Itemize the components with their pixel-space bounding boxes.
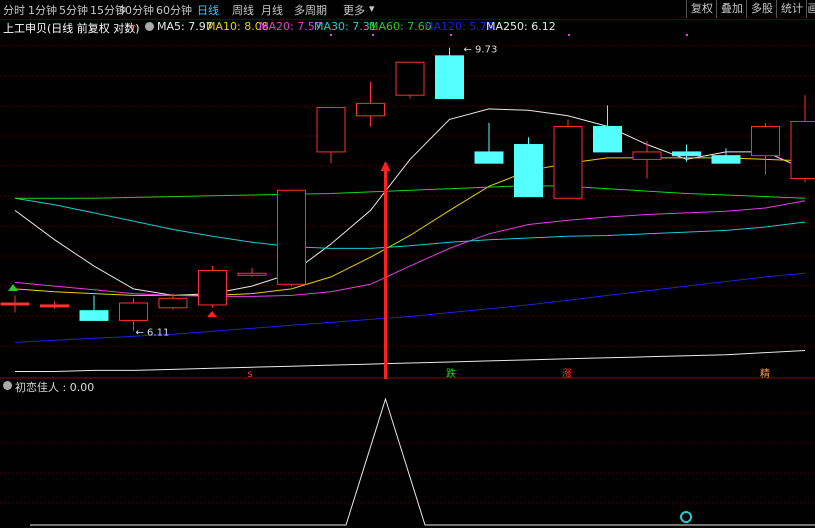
period-tab[interactable]: 更多: [343, 2, 365, 18]
period-tab[interactable]: 分时: [3, 2, 25, 18]
period-tab[interactable]: 1分钟: [28, 2, 57, 18]
candle-body-down: [711, 155, 741, 164]
candle-body-down: [672, 151, 701, 157]
candle-body-down: [40, 304, 69, 308]
ma-legend-item: MA5: 7.97: [157, 20, 213, 33]
ma-legend-item: MA20: 7.57: [259, 20, 322, 33]
period-tab[interactable]: 30分钟: [118, 2, 154, 18]
signal-dot: [372, 34, 374, 36]
toolbar-button[interactable]: 统计: [776, 0, 807, 18]
candle-body-up: [553, 125, 583, 199]
candlestick-chart: ← 9.73 ← 6.11 s 跌 涨 精: [0, 34, 815, 379]
candle-body-down: [474, 151, 504, 164]
candle-body-up: [790, 120, 815, 180]
period-tab[interactable]: 日线: [197, 2, 219, 18]
candle-body-up: [158, 297, 188, 309]
toolbar-button[interactable]: 复权: [686, 0, 717, 18]
green-arrow-icon: [8, 284, 18, 291]
ma-legend-item: MA120: 5.78: [424, 20, 494, 33]
ma-legend: 上工申贝(日线 前复权 对数) 🡑 MA5: 7.97 MA10: 8.08 MA2…: [0, 19, 815, 35]
toolbar-button[interactable]: 多股: [746, 0, 777, 18]
settings-circle-icon[interactable]: [145, 22, 154, 31]
candle-body-up: [277, 189, 306, 285]
indicator-chart: [0, 397, 815, 526]
candle-body-down: [0, 302, 30, 306]
toolbar-button[interactable]: 画: [806, 0, 815, 18]
marker-jing: 精: [760, 367, 770, 379]
candle-body-up: [751, 125, 780, 157]
period-tab[interactable]: 月线: [261, 2, 283, 18]
period-tab[interactable]: 60分钟: [156, 2, 192, 18]
period-tab[interactable]: 多周期: [294, 2, 327, 18]
low-price-label: ← 6.11: [136, 327, 170, 338]
candle-body-down: [435, 55, 464, 100]
candle-body-down: [514, 144, 543, 198]
ma-line-ma5: [14, 108, 806, 296]
candle-body-up: [395, 61, 425, 96]
red-arrow-icon: [207, 311, 217, 317]
candle-body-down: [79, 310, 109, 321]
ma-line-ma10: [14, 157, 806, 296]
toolbar-button[interactable]: 叠加: [716, 0, 747, 18]
ma-line-ma30: [14, 197, 806, 249]
marker-die: 跌: [446, 367, 456, 379]
ma-line-ma60: [15, 184, 806, 199]
candle-body-up: [632, 151, 662, 160]
indicator-settings-icon[interactable]: [3, 381, 12, 390]
more-dropdown-icon[interactable]: ▾: [369, 2, 375, 15]
marker-zhang: 涨: [562, 368, 572, 379]
ma-legend-item: MA250: 6.12: [486, 20, 556, 33]
signal-dot: [450, 34, 452, 36]
candle-body-down: [593, 125, 622, 153]
period-tab[interactable]: 周线: [232, 2, 254, 18]
ma-line-ma20: [14, 200, 806, 297]
ma-legend-item: MA60: 7.60: [369, 20, 432, 33]
loading-icon: [680, 511, 692, 523]
candle-body-up: [356, 102, 385, 117]
high-price-label: ← 9.73: [464, 45, 498, 56]
candle-body-up: [198, 270, 227, 306]
candle-body-up: [237, 272, 267, 276]
candle-body-up: [119, 302, 148, 321]
ma-line-ma250: [15, 350, 806, 372]
indicator-line: [30, 397, 815, 526]
signal-dot: [686, 34, 688, 36]
period-toolbar: 分时 1分钟 5分钟 15分钟 30分钟 60分钟 日线 周线 月线 多周期 更多 ▾ 复权 叠加 多股 统计…: [0, 0, 815, 20]
marker-s: s: [247, 369, 252, 379]
candle-body-up: [316, 106, 346, 153]
signal-dot: [568, 34, 570, 36]
period-tab[interactable]: 5分钟: [59, 2, 88, 18]
signal-dot: [330, 34, 332, 36]
ma-legend-item: MA30: 7.31: [314, 20, 377, 33]
